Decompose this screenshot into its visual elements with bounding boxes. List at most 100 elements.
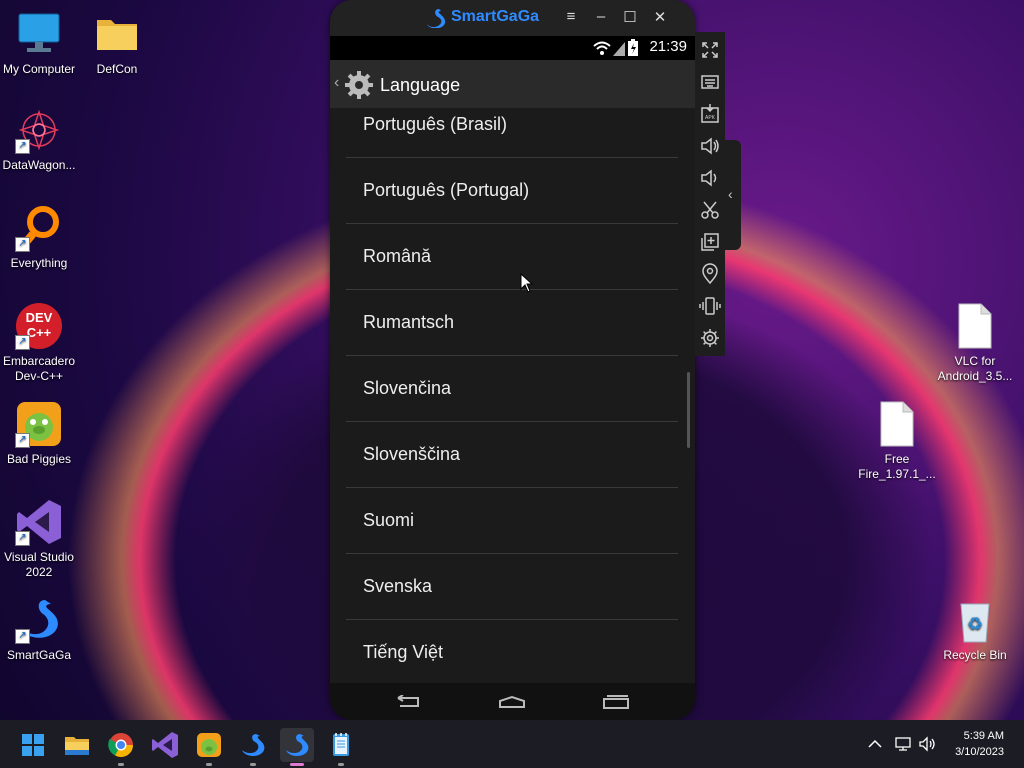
recycle-bin-icon: ♻ — [951, 596, 999, 644]
desktop-icon-devcpp[interactable]: DEV C++ ↗ Embarcadero Dev-C++ — [0, 302, 78, 384]
chevron-up-icon[interactable] — [867, 736, 883, 752]
language-label: Tiếng Việt — [363, 642, 444, 662]
swan-icon — [242, 734, 265, 756]
chrome-icon — [108, 733, 133, 758]
shortcut-arrow-icon: ↗ — [15, 237, 30, 252]
desktop-icon-label: Bad Piggies — [6, 452, 72, 466]
settings-gear-icon[interactable] — [344, 70, 374, 100]
desktop-icon-everything[interactable]: ↗ Everything — [0, 204, 78, 271]
network-icon[interactable] — [894, 735, 912, 753]
taskbar-bad-piggies[interactable] — [192, 728, 226, 766]
language-label: Svenska — [363, 576, 433, 596]
taskbar-notepad[interactable] — [324, 728, 358, 766]
mouse-cursor-icon — [520, 273, 534, 293]
list-scrollbar[interactable] — [687, 372, 690, 448]
language-item[interactable]: Slovenčina — [346, 355, 678, 422]
toolbar-collapse-button[interactable]: ‹ — [725, 140, 741, 250]
file-icon — [951, 302, 999, 350]
monitor-icon — [15, 10, 63, 58]
language-item[interactable]: Slovenščina — [346, 421, 678, 488]
language-item[interactable]: Rumantsch — [346, 289, 678, 356]
language-item[interactable]: Tiếng Việt — [346, 619, 678, 683]
nav-back-icon[interactable] — [394, 695, 422, 709]
desktop-icon-freefire-apk[interactable]: Free Fire_1.97.1_... — [858, 400, 936, 482]
language-label: Slovenščina — [363, 444, 461, 464]
apk-install-icon[interactable]: APK — [698, 102, 722, 126]
language-label: Slovenčina — [363, 378, 452, 398]
devcpp-icon: DEV C++ ↗ — [15, 302, 63, 350]
running-indicator — [250, 763, 256, 766]
taskbar-smartgaga-launcher[interactable] — [236, 728, 270, 766]
notepad-icon — [333, 733, 349, 756]
nav-recents-icon[interactable] — [602, 695, 630, 709]
nav-home-icon[interactable] — [498, 695, 526, 709]
desktop-icon-datawagon[interactable]: ↗ DataWagon... — [0, 106, 78, 173]
close-button[interactable]: ✕ — [650, 8, 670, 26]
desktop-icon-visual-studio[interactable]: ↗ Visual Studio 2022 — [0, 498, 78, 580]
taskbar-visual-studio[interactable] — [148, 728, 182, 762]
shake-icon[interactable] — [698, 294, 722, 318]
start-button[interactable] — [16, 728, 50, 762]
emulator-side-toolbar: APK — [695, 32, 725, 356]
taskbar-smartgaga-emulator[interactable] — [280, 728, 314, 766]
language-label: Rumantsch — [363, 312, 455, 332]
language-item[interactable]: Português (Brasil) — [346, 108, 678, 158]
android-status-bar: 21:39 — [330, 36, 695, 60]
file-icon — [873, 400, 921, 448]
desktop-icon-label: Everything — [10, 256, 68, 270]
language-item[interactable]: Română — [346, 223, 678, 290]
desktop-icon-my-computer[interactable]: My Computer — [0, 10, 78, 77]
desktop-icon-vlc-apk[interactable]: VLC for Android_3.5... — [936, 302, 1014, 384]
shortcut-arrow-icon: ↗ — [15, 335, 30, 350]
language-label: Suomi — [363, 510, 415, 530]
android-nav-bar — [330, 683, 695, 720]
visual-studio-icon — [152, 732, 178, 758]
desktop-icon-smartgaga[interactable]: ↗ SmartGaGa — [0, 596, 78, 663]
desktop-icon-recycle-bin[interactable]: ♻ Recycle Bin — [936, 596, 1014, 663]
minimize-button[interactable]: – — [591, 8, 611, 25]
svg-text:♻: ♻ — [967, 614, 983, 634]
screenshot-cut-icon[interactable] — [698, 198, 722, 222]
emulator-window[interactable]: SmartGaGa ≡ – ☐ ✕ 21:39 ‹ Language Portu… — [330, 0, 695, 720]
desktop-icon-label: VLC for Android_3.5... — [937, 354, 1013, 383]
running-indicator — [206, 763, 212, 766]
screen-title: Language — [380, 75, 461, 95]
windows-logo-icon — [22, 734, 44, 756]
visual-studio-icon: ↗ — [15, 498, 63, 546]
desktop-icon-label: My Computer — [2, 62, 76, 76]
shortcut-arrow-icon: ↗ — [15, 139, 30, 154]
desktop-icon-defcon[interactable]: DefCon — [78, 10, 156, 77]
battery-icon — [628, 39, 638, 56]
volume-icon[interactable] — [918, 735, 938, 753]
keyboard-icon[interactable] — [698, 70, 722, 94]
smartgaga-logo-icon — [427, 9, 446, 28]
back-chevron-icon[interactable]: ‹ — [334, 74, 339, 92]
volume-down-icon[interactable] — [698, 166, 722, 190]
desktop-icon-bad-piggies[interactable]: ↗ Bad Piggies — [0, 400, 78, 467]
volume-up-icon[interactable] — [698, 134, 722, 158]
settings-icon[interactable] — [698, 326, 722, 350]
folder-icon — [93, 10, 141, 58]
fullscreen-icon[interactable] — [698, 38, 722, 62]
taskbar-time: 5:39 AM — [963, 730, 1004, 742]
language-item[interactable]: Português (Portugal) — [346, 157, 678, 224]
multi-instance-icon[interactable] — [698, 230, 722, 254]
bad-piggies-icon — [197, 733, 221, 757]
taskbar-clock[interactable]: 5:39 AM 3/10/2023 — [955, 728, 1004, 760]
shortcut-arrow-icon: ↗ — [15, 433, 30, 448]
location-icon[interactable] — [698, 262, 722, 286]
wifi-icon — [593, 41, 611, 55]
maximize-button[interactable]: ☐ — [620, 8, 640, 26]
android-action-bar[interactable]: ‹ Language — [330, 60, 695, 108]
taskbar: 5:39 AM 3/10/2023 — [0, 720, 1024, 768]
language-item[interactable]: Svenska — [346, 553, 678, 620]
taskbar-chrome[interactable] — [104, 728, 138, 766]
taskbar-date: 3/10/2023 — [955, 746, 1004, 758]
taskbar-file-explorer[interactable] — [60, 728, 94, 762]
svg-text:APK: APK — [705, 115, 716, 121]
emulator-title-bar[interactable]: SmartGaGa ≡ – ☐ ✕ — [330, 0, 695, 36]
language-list[interactable]: Português (Brasil) Português (Portugal) … — [330, 108, 695, 683]
shortcut-arrow-icon: ↗ — [15, 531, 30, 546]
menu-icon[interactable]: ≡ — [561, 8, 581, 25]
language-item[interactable]: Suomi — [346, 487, 678, 554]
